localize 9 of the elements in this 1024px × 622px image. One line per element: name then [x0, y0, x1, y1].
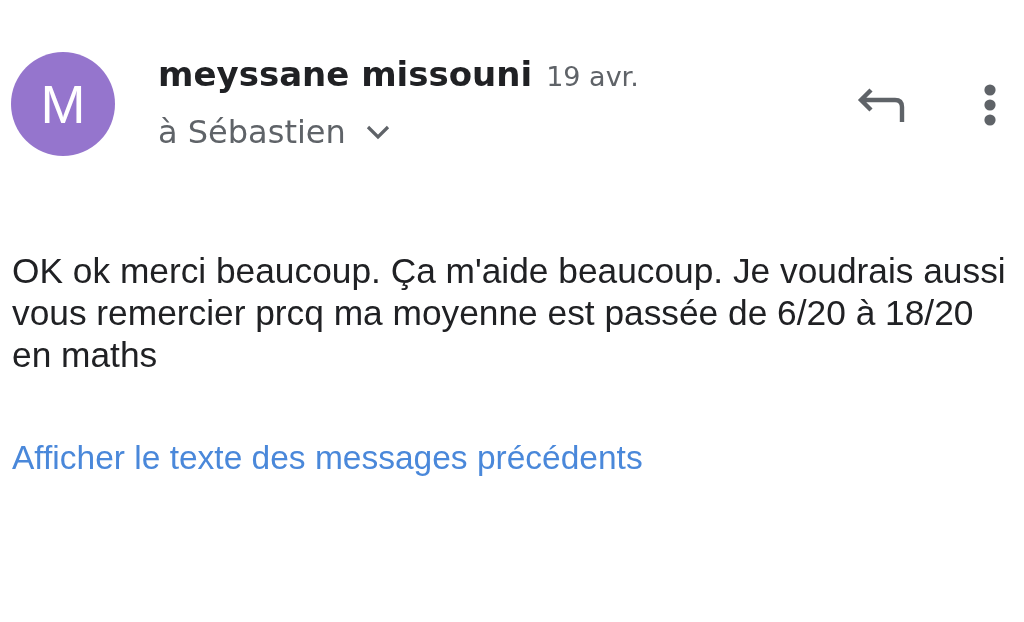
recipient-text: à Sébastien — [158, 113, 346, 151]
avatar: M — [11, 52, 115, 156]
message-body: OK ok merci beaucoup. Ça m'aide beaucoup. Je voudrais aussi vous remercier prcq ma moyenne est passée de 6/20 à 18/20 en maths — [12, 250, 1007, 376]
message-date: 19 avr. — [546, 61, 639, 92]
more-options-icon[interactable] — [983, 84, 997, 126]
reply-icon[interactable] — [857, 87, 905, 123]
sender-name: meyssane missouni — [158, 53, 533, 96]
show-quoted-text-link[interactable]: Afficher le texte des messages précédents — [12, 438, 643, 478]
chevron-down-icon[interactable] — [365, 124, 390, 140]
